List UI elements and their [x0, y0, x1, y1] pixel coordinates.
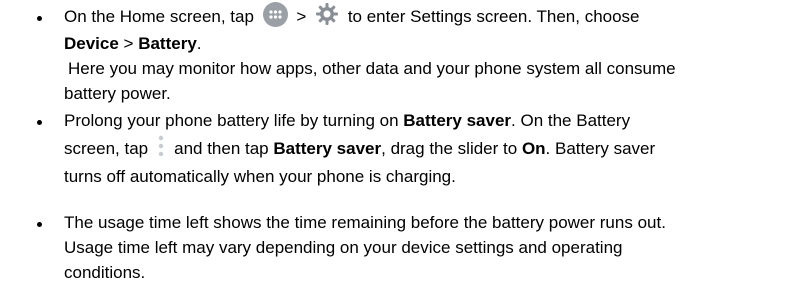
item2-text-e: , drag the slider to: [381, 139, 522, 158]
item3-line1: The usage time left shows the time remai…: [64, 213, 666, 232]
bullet-dot: [37, 222, 42, 227]
item1-separator-2: >: [118, 34, 139, 53]
bullet-dot: [37, 120, 42, 125]
item1-line1: On the Home screen, tap > to enter Setti…: [64, 2, 811, 31]
item1-period: .: [196, 34, 202, 53]
list-item: Prolong your phone battery life by turni…: [0, 108, 811, 189]
item2-text-a: Prolong your phone battery life by turni…: [64, 111, 404, 130]
item1-separator: >: [296, 7, 307, 26]
apps-icon: [262, 2, 288, 28]
item1-note-line1: Here you may monitor how apps, other dat…: [68, 59, 676, 78]
device-label: Device: [64, 34, 119, 53]
item1-text-a: On the Home screen, tap: [64, 7, 254, 26]
on-label: On: [521, 139, 546, 158]
item2-line3: turns off automatically when your phone …: [64, 167, 456, 186]
item3-line2: Usage time left may vary depending on yo…: [64, 238, 623, 257]
list-item: On the Home screen, tap > to enter Setti…: [0, 2, 811, 106]
battery-saver-label-2: Battery saver: [273, 139, 382, 158]
item2-line2: screen, tap and then tap Battery saver, …: [64, 133, 811, 164]
item2-text-c: screen, tap: [64, 139, 149, 158]
item1-line2: Device > Battery.: [64, 31, 811, 56]
list-item: The usage time left shows the time remai…: [0, 210, 811, 285]
item3-line3: conditions.: [64, 263, 146, 282]
battery-label: Battery: [138, 34, 197, 53]
item2-text-b: . On the Battery: [511, 111, 631, 130]
more-vertical-icon: [156, 134, 166, 158]
item1-note-line2: battery power.: [64, 84, 171, 103]
battery-saver-label: Battery saver: [403, 111, 512, 130]
item2-text-f: . Battery saver: [545, 139, 656, 158]
document-page: On the Home screen, tap > to enter Setti…: [0, 0, 811, 305]
settings-gear-icon: [315, 2, 339, 26]
item2-text-d: and then tap: [174, 139, 274, 158]
item2-line1: Prolong your phone battery life by turni…: [64, 108, 811, 133]
item1-text-b: to enter Settings screen. Then, choose: [347, 7, 640, 26]
bullet-dot: [37, 16, 42, 21]
